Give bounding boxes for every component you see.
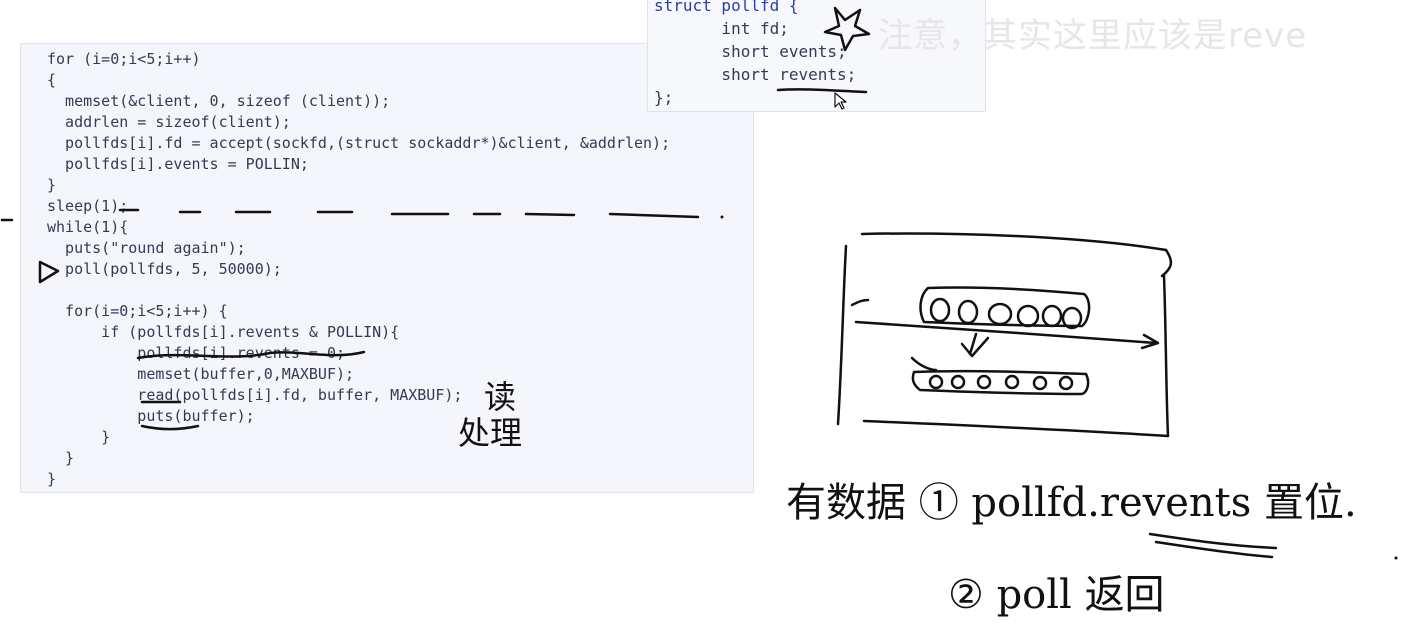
code-line: pollfds[i].events = POLLIN;: [47, 155, 309, 173]
arrow-down-head: [960, 336, 990, 358]
arrow-head-right: [1140, 333, 1160, 350]
code-line: read(pollfds[i].fd, buffer, MAXBUF);: [47, 386, 463, 404]
box-right: [1162, 274, 1170, 438]
popup-line: struct pollfd {: [654, 0, 799, 15]
box-left: [836, 244, 848, 426]
fd-set-top: [919, 286, 1091, 328]
box-bottom: [862, 419, 1170, 438]
annotation-process: 处理: [458, 414, 523, 452]
code-line: puts(buffer);: [47, 407, 255, 425]
fd-circle-small: [1032, 375, 1048, 391]
code-line: if (pollfds[i].revents & POLLIN){: [47, 323, 400, 341]
fd-circle: [1041, 304, 1063, 328]
tick-mark: [850, 298, 870, 307]
double-underline-1: [1148, 532, 1278, 550]
dot: [1394, 556, 1398, 560]
fd-set-bottom: [911, 369, 1090, 396]
code-line: }: [47, 470, 57, 488]
popup-line: };: [654, 88, 674, 107]
code-line: pollfds[i].fd = accept(sockfd,(struct so…: [47, 134, 671, 152]
fd-circle-small: [950, 374, 966, 390]
box-corner: [1160, 248, 1173, 278]
code-line: pollfds[i].revents = 0;: [47, 344, 346, 362]
code-line: for (i=0;i<5;i++): [47, 50, 201, 68]
fd-circle-small: [928, 374, 944, 390]
fd-circle: [1061, 306, 1083, 330]
fd-circle: [957, 299, 979, 325]
fd-circle: [1016, 304, 1040, 328]
code-line: for(i=0;i<5;i++) {: [47, 302, 228, 320]
fd-circle-small: [1004, 374, 1020, 390]
code-panel: for (i=0;i<5;i++) { memset(&client, 0, s…: [20, 43, 754, 493]
code-line: poll(pollfds, 5, 50000);: [47, 260, 282, 278]
code-line: }: [47, 428, 111, 446]
fd-circle: [929, 297, 951, 323]
fd-circle-small: [976, 374, 992, 390]
fd-circle: [987, 302, 1013, 326]
popup-line: short events;: [654, 42, 847, 61]
code-line: sleep(1);: [47, 197, 129, 215]
popup-line: int fd;: [654, 19, 789, 38]
box-top: [860, 232, 1168, 252]
code-line: }: [47, 449, 75, 467]
overlay-subtitle: 注意，其实这里应该是reve: [878, 16, 1308, 56]
code-line: puts("round again");: [47, 239, 246, 257]
box-middle-line: [854, 320, 1158, 345]
double-underline-2: [1154, 540, 1274, 559]
code-line: while(1){: [47, 218, 129, 236]
code-line: memset(buffer,0,MAXBUF);: [47, 365, 355, 383]
fd-circle-small: [1058, 375, 1074, 391]
fd-set-bottom-start: [910, 356, 938, 372]
code-line: memset(&client, 0, sizeof (client));: [47, 92, 391, 110]
popup-line: short revents;: [654, 65, 857, 84]
code-line: addrlen = sizeof(client);: [47, 113, 291, 131]
code-line: {: [47, 71, 57, 89]
annotation-note-2: ② poll 返回: [948, 572, 1165, 618]
arrow-down-shaft: [968, 332, 978, 356]
code-line: }: [47, 176, 57, 194]
annotation-note-1: 有数据 ① pollfd.revents 置位.: [786, 480, 1357, 526]
